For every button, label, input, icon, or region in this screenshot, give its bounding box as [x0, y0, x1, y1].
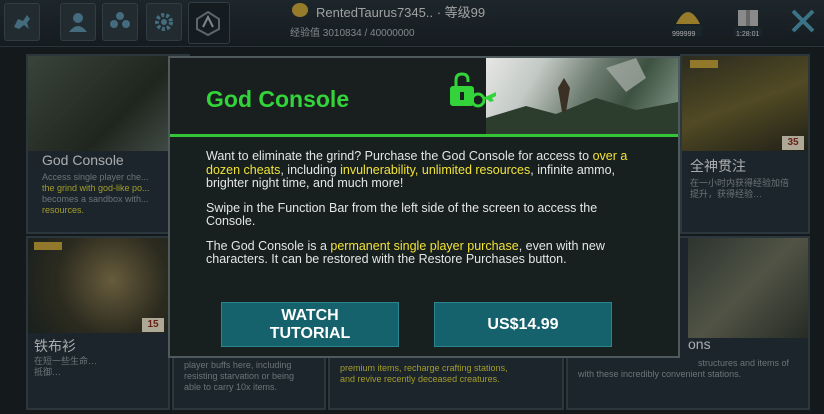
text: , including [280, 162, 341, 177]
purchase-button[interactable]: US$14.99 [434, 302, 612, 347]
modal-paragraph-3: The God Console is a permanent single pl… [206, 238, 646, 267]
modal-title: God Console [206, 86, 350, 112]
highlight-text: invulnerability, unlimited resources [340, 162, 531, 177]
text: Want to eliminate the grind? Purchase th… [206, 149, 593, 163]
modal-header: God Console [170, 58, 678, 137]
hero-scene-icon [486, 58, 678, 134]
modal-paragraph-1: Want to eliminate the grind? Purchase th… [206, 149, 646, 191]
button-label: WATCH [281, 307, 339, 324]
highlight-text: permanent single player purchase [330, 238, 519, 253]
unlock-key-icon [450, 72, 496, 108]
modal-paragraph-2: Swipe in the Function Bar from the left … [206, 200, 598, 228]
watch-tutorial-button[interactable]: WATCH TUTORIAL [221, 302, 399, 347]
hero-image [486, 58, 678, 134]
text: The God Console is a [206, 238, 331, 253]
button-label: TUTORIAL [269, 325, 351, 342]
modal-body: Want to eliminate the grind? Purchase th… [206, 149, 646, 278]
god-console-modal: God Console Want to eliminate the grind?… [168, 56, 680, 358]
